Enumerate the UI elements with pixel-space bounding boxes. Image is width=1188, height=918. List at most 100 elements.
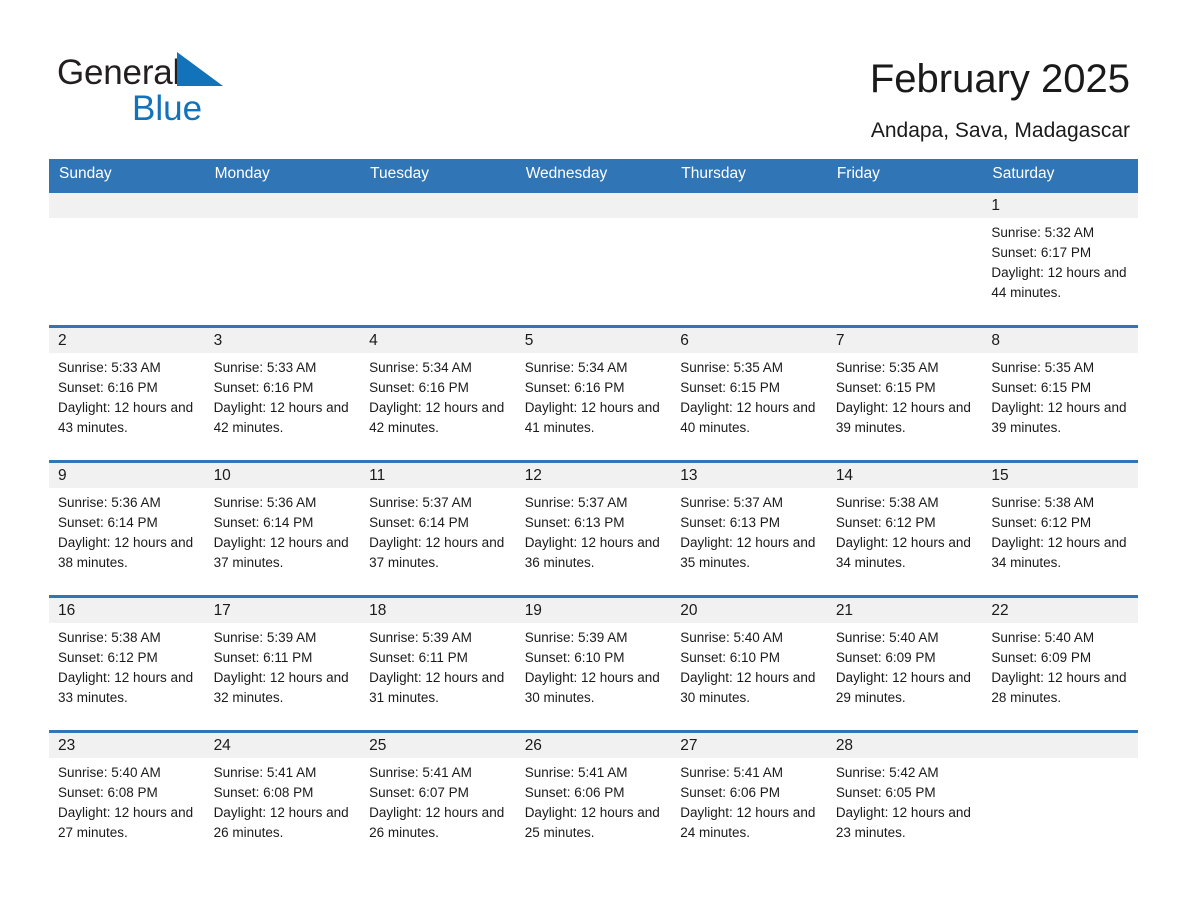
day-details: Sunrise: 5:35 AM Sunset: 6:15 PM Daylight:… — [671, 353, 827, 438]
day-number-band: 23 — [49, 733, 205, 758]
daylight-duration: Daylight: 12 hours and 24 minutes. — [680, 805, 816, 840]
day-number-band: 26 — [515, 733, 672, 758]
calendar-day-cell[interactable]: 6 Sunrise: 5:35 AM Sunset: 6:15 PM Daylight… — [671, 325, 827, 462]
calendar-page: General Blue February 2025 Andapa, Sava,… — [0, 0, 1188, 918]
sunrise-time: Sunrise: 5:40 AM — [680, 630, 784, 645]
sunrise-time: Sunrise: 5:40 AM — [58, 765, 161, 780]
daylight-duration: Daylight: 12 hours and 25 minutes. — [524, 805, 660, 840]
day-details: Sunrise: 5:41 AM Sunset: 6:08 PM Daylight:… — [205, 758, 361, 843]
sunrise-time: Sunrise: 5:38 AM — [58, 630, 161, 645]
calendar-day-cell[interactable]: 8 Sunrise: 5:35 AM Sunset: 6:15 PM Daylight… — [982, 325, 1138, 462]
calendar-day-cell[interactable]: 23 Sunrise: 5:40 AM Sunset: 6:08 PM Dayligh… — [49, 730, 205, 865]
daylight-duration: Daylight: 12 hours and 34 minutes. — [991, 535, 1127, 570]
day-details: Sunrise: 5:35 AM Sunset: 6:15 PM Daylight:… — [982, 353, 1138, 438]
calendar-day-cell[interactable]: 25 Sunrise: 5:41 AM Sunset: 6:07 PM Dayligh… — [360, 730, 516, 865]
day-number: 26 — [524, 737, 542, 754]
weekday-header-wednesday: Wednesday — [515, 159, 672, 192]
daylight-duration: Daylight: 12 hours and 37 minutes. — [213, 535, 349, 570]
calendar-day-cell[interactable]: 13 Sunrise: 5:37 AM Sunset: 6:13 PM Dayligh… — [671, 460, 827, 597]
calendar-day-cell[interactable]: 2 Sunrise: 5:33 AM Sunset: 6:16 PM Daylight… — [49, 325, 205, 462]
calendar-day-cell[interactable]: 28 Sunrise: 5:42 AM Sunset: 6:05 PM Dayligh… — [826, 730, 983, 865]
day-details: Sunrise: 5:33 AM Sunset: 6:16 PM Daylight:… — [205, 353, 361, 438]
day-details: Sunrise: 5:39 AM Sunset: 6:11 PM Daylight:… — [205, 623, 361, 708]
sunset-time: Sunset: 6:12 PM — [991, 515, 1092, 530]
calendar-day-cell[interactable]: 5 Sunrise: 5:34 AM Sunset: 6:16 PM Daylight… — [515, 325, 672, 462]
calendar-week-row: 23 Sunrise: 5:40 AM Sunset: 6:08 PM Dayligh… — [49, 730, 1138, 865]
day-details: Sunrise: 5:39 AM Sunset: 6:10 PM Daylight:… — [516, 623, 672, 708]
calendar-day-cell[interactable]: 19 Sunrise: 5:39 AM Sunset: 6:10 PM Dayligh… — [515, 595, 672, 732]
calendar-day-cell[interactable]: 26 Sunrise: 5:41 AM Sunset: 6:06 PM Dayligh… — [515, 730, 672, 865]
sunset-time: Sunset: 6:05 PM — [835, 785, 936, 800]
calendar-day-cell[interactable]: 22 Sunrise: 5:40 AM Sunset: 6:09 PM Dayligh… — [982, 595, 1138, 732]
sunset-time: Sunset: 6:14 PM — [58, 515, 158, 530]
day-number-band: 10 — [204, 463, 361, 488]
day-number-band: 11 — [360, 463, 516, 488]
day-number: 14 — [835, 467, 854, 484]
day-number-band — [515, 193, 672, 218]
calendar-day-cell[interactable]: 14 Sunrise: 5:38 AM Sunset: 6:12 PM Dayligh… — [826, 460, 983, 597]
daylight-duration: Daylight: 12 hours and 39 minutes. — [835, 400, 971, 435]
daylight-duration: Daylight: 12 hours and 30 minutes. — [524, 670, 660, 705]
calendar-day-cell[interactable]: 4 Sunrise: 5:34 AM Sunset: 6:16 PM Daylight… — [360, 325, 516, 462]
calendar-day-cell[interactable]: 27 Sunrise: 5:41 AM Sunset: 6:06 PM Dayligh… — [671, 730, 827, 865]
day-details: Sunrise: 5:41 AM Sunset: 6:07 PM Daylight:… — [360, 758, 516, 843]
calendar-day-cell[interactable]: 11 Sunrise: 5:37 AM Sunset: 6:14 PM Dayligh… — [360, 460, 516, 597]
sunset-time: Sunset: 6:13 PM — [680, 515, 781, 530]
day-number-band: 9 — [49, 463, 205, 488]
day-number: 16 — [58, 602, 76, 619]
sunrise-time: Sunrise: 5:41 AM — [213, 765, 317, 780]
daylight-duration: Daylight: 12 hours and 42 minutes. — [369, 400, 505, 435]
calendar-day-cell[interactable]: 15 Sunrise: 5:38 AM Sunset: 6:12 PM Dayligh… — [982, 460, 1138, 597]
sunset-time: Sunset: 6:07 PM — [369, 785, 469, 800]
calendar-day-cell[interactable]: 3 Sunrise: 5:33 AM Sunset: 6:16 PM Daylight… — [204, 325, 361, 462]
day-number: 22 — [991, 602, 1009, 619]
day-number: 12 — [524, 467, 542, 484]
daylight-duration: Daylight: 12 hours and 28 minutes. — [991, 670, 1127, 705]
daylight-duration: Daylight: 12 hours and 27 minutes. — [58, 805, 194, 840]
calendar-day-cell[interactable]: 12 Sunrise: 5:37 AM Sunset: 6:13 PM Dayligh… — [515, 460, 672, 597]
day-number: 6 — [680, 332, 689, 349]
day-details: Sunrise: 5:34 AM Sunset: 6:16 PM Daylight:… — [360, 353, 516, 438]
day-number-band: 1 — [982, 193, 1138, 218]
calendar-day-cell[interactable]: 1 Sunrise: 5:32 AM Sunset: 6:17 PM Daylight… — [982, 190, 1138, 327]
sunset-time: Sunset: 6:09 PM — [991, 650, 1092, 665]
day-number: 8 — [991, 332, 1000, 349]
day-number-band: 16 — [49, 598, 205, 623]
day-details: Sunrise: 5:40 AM Sunset: 6:09 PM Daylight:… — [827, 623, 983, 708]
day-details: Sunrise: 5:41 AM Sunset: 6:06 PM Daylight:… — [516, 758, 672, 843]
day-number: 23 — [58, 737, 76, 754]
sunrise-time: Sunrise: 5:32 AM — [991, 225, 1095, 240]
masthead: General Blue February 2025 Andapa, Sava,… — [0, 0, 1188, 155]
day-number-band: 8 — [982, 328, 1138, 353]
sunrise-time: Sunrise: 5:33 AM — [58, 360, 161, 375]
generalblue-logo[interactable]: General Blue — [57, 52, 387, 132]
calendar-day-cell[interactable]: 20 Sunrise: 5:40 AM Sunset: 6:10 PM Dayligh… — [671, 595, 827, 732]
page-subtitle: Andapa, Sava, Madagascar — [870, 119, 1130, 142]
sunrise-time: Sunrise: 5:35 AM — [680, 360, 784, 375]
day-number-band: 20 — [671, 598, 827, 623]
day-number: 15 — [991, 467, 1009, 484]
logo-bottom-row: Blue — [132, 88, 387, 130]
calendar-day-cell[interactable]: 17 Sunrise: 5:39 AM Sunset: 6:11 PM Dayligh… — [204, 595, 361, 732]
day-details: Sunrise: 5:39 AM Sunset: 6:11 PM Daylight:… — [360, 623, 516, 708]
sunset-time: Sunset: 6:16 PM — [213, 380, 314, 395]
day-number: 9 — [58, 467, 67, 484]
day-number: 18 — [369, 602, 387, 619]
day-number-band — [982, 733, 1138, 758]
day-number: 10 — [213, 467, 231, 484]
weekday-header-thursday: Thursday — [671, 159, 827, 192]
day-details: Sunrise: 5:37 AM Sunset: 6:14 PM Daylight:… — [360, 488, 516, 573]
calendar-day-cell[interactable]: 16 Sunrise: 5:38 AM Sunset: 6:12 PM Dayligh… — [49, 595, 205, 732]
calendar-day-cell[interactable]: 9 Sunrise: 5:36 AM Sunset: 6:14 PM Daylight… — [49, 460, 205, 597]
day-details: Sunrise: 5:40 AM Sunset: 6:10 PM Daylight:… — [671, 623, 827, 708]
sunrise-time: Sunrise: 5:40 AM — [991, 630, 1095, 645]
calendar-day-cell[interactable]: 10 Sunrise: 5:36 AM Sunset: 6:14 PM Dayligh… — [204, 460, 361, 597]
calendar-day-cell[interactable]: 24 Sunrise: 5:41 AM Sunset: 6:08 PM Dayligh… — [204, 730, 361, 865]
calendar-day-cell[interactable]: 18 Sunrise: 5:39 AM Sunset: 6:11 PM Dayligh… — [360, 595, 516, 732]
day-number-band: 15 — [982, 463, 1138, 488]
calendar-day-cell-empty — [204, 190, 361, 327]
day-number-band: 27 — [671, 733, 827, 758]
calendar-day-cell[interactable]: 7 Sunrise: 5:35 AM Sunset: 6:15 PM Daylight… — [826, 325, 983, 462]
sunset-time: Sunset: 6:06 PM — [524, 785, 625, 800]
calendar-day-cell[interactable]: 21 Sunrise: 5:40 AM Sunset: 6:09 PM Dayligh… — [826, 595, 983, 732]
